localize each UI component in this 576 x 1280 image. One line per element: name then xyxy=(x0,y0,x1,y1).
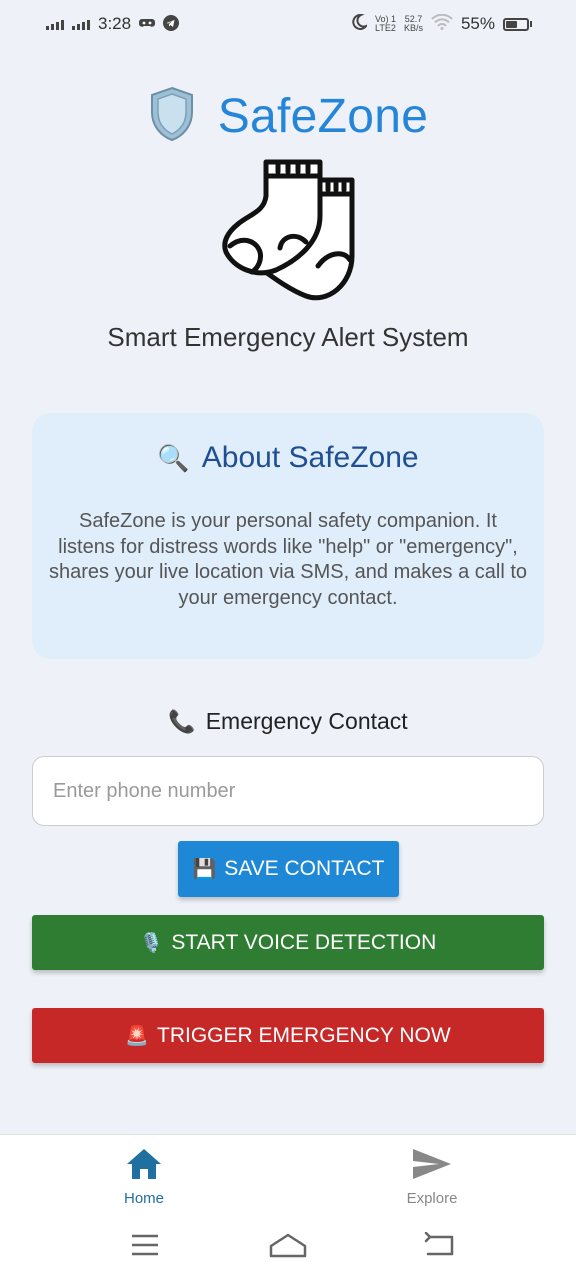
trigger-emergency-button[interactable]: 🚨 TRIGGER EMERGENCY NOW xyxy=(32,1008,544,1063)
about-description: SafeZone is your personal safety compani… xyxy=(49,510,527,609)
network-type: Vo) 1 LTE2 xyxy=(374,14,396,33)
clock: 3:28 xyxy=(98,14,132,33)
bottom-navigation: Home Explore xyxy=(0,1134,576,1218)
telegram-icon xyxy=(163,14,180,34)
siren-icon: 🚨 xyxy=(125,1025,150,1047)
game-controller-icon xyxy=(139,16,156,32)
about-card: 🔍 About SafeZone SafeZone is your person… xyxy=(32,413,544,659)
floppy-disk-icon: 💾 xyxy=(192,859,217,880)
battery-percent: 55% xyxy=(460,14,495,33)
moon-icon xyxy=(351,13,369,35)
contact-title: Emergency Contact xyxy=(205,708,408,734)
home-system-icon[interactable] xyxy=(268,1232,308,1260)
nav-explore-label: Explore xyxy=(406,1190,458,1207)
app-title: SafeZone xyxy=(217,90,429,143)
phone-icon: 📞 xyxy=(168,708,196,734)
trigger-emergency-label: TRIGGER EMERGENCY NOW xyxy=(157,1023,451,1047)
about-header: 🔍 About SafeZone xyxy=(32,441,544,475)
phone-number-input[interactable] xyxy=(32,756,544,826)
magnifier-icon: 🔍 xyxy=(157,442,190,473)
signal-1-icon xyxy=(46,18,64,30)
tagline: Smart Emergency Alert System xyxy=(107,322,469,352)
nav-explore[interactable]: Explore xyxy=(372,1147,492,1207)
contact-header: 📞 Emergency Contact xyxy=(0,708,576,735)
nav-home-label: Home xyxy=(123,1190,164,1207)
home-icon xyxy=(127,1149,161,1179)
save-contact-button[interactable]: 💾 SAVE CONTACT xyxy=(178,841,399,897)
menu-icon[interactable] xyxy=(130,1232,160,1258)
about-title: About SafeZone xyxy=(201,441,419,474)
send-icon xyxy=(413,1149,451,1179)
nav-home[interactable]: Home xyxy=(84,1147,204,1207)
system-navigation-bar xyxy=(0,1218,576,1280)
shield-icon xyxy=(148,86,196,147)
app-header: SafeZone xyxy=(0,86,576,147)
socks-icon xyxy=(222,159,355,301)
signal-2-icon xyxy=(72,18,90,30)
save-contact-label: SAVE CONTACT xyxy=(224,857,385,880)
wifi-icon xyxy=(431,13,453,35)
network-speed: 52.7 KB/s xyxy=(403,14,423,33)
back-icon[interactable] xyxy=(422,1232,456,1258)
start-voice-detection-button[interactable]: 🎙️ START VOICE DETECTION xyxy=(32,915,544,970)
battery-icon xyxy=(503,17,532,31)
start-voice-detection-label: START VOICE DETECTION xyxy=(171,930,437,954)
microphone-icon: 🎙️ xyxy=(139,932,164,954)
status-bar: 3:28 Vo) 1 LTE2 52.7 KB/s 55% xyxy=(0,0,576,48)
